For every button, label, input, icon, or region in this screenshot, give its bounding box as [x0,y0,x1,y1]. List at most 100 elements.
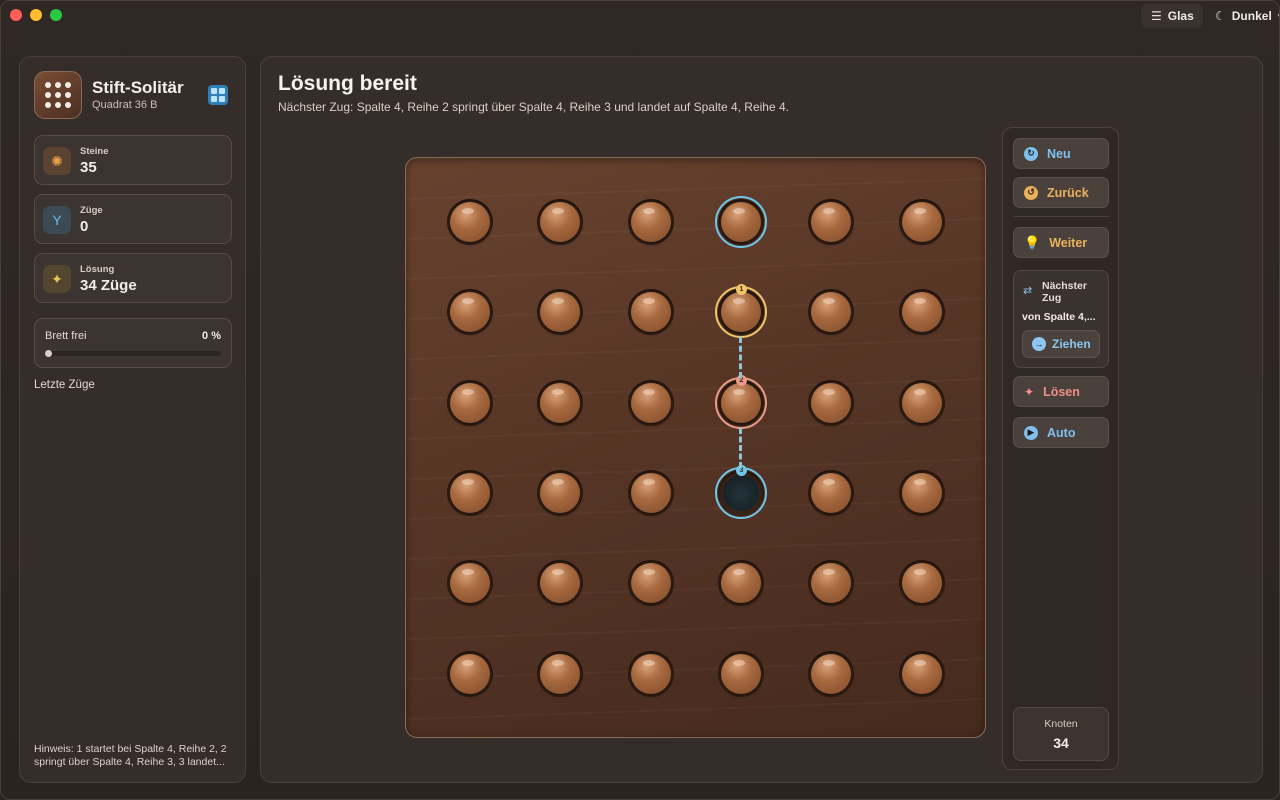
back-label: Zurück [1047,185,1089,200]
peg[interactable] [901,653,942,694]
peg[interactable] [450,382,490,423]
board-hole[interactable] [898,469,945,516]
jump-path-line [739,427,743,468]
board-hole[interactable] [537,650,584,697]
close-window-button[interactable] [10,9,22,21]
board-hole[interactable] [898,560,945,607]
board-hole[interactable] [447,199,493,245]
pegs-icon: ✺ [43,147,71,175]
peg[interactable] [630,653,671,694]
board-hole[interactable]: 2 [714,374,767,429]
peg[interactable] [811,653,852,694]
peg[interactable] [630,472,671,513]
next-move-title: Nächster Zug [1042,280,1087,304]
hint-text: Hinweis: 1 startet bei Spalte 4, Reihe 2… [34,743,227,768]
peg[interactable] [540,563,581,604]
stat-value: 34 Züge [80,277,137,294]
board-hole[interactable] [537,379,584,426]
peg[interactable] [901,202,942,242]
peg[interactable] [630,292,671,333]
board-hole[interactable] [627,650,674,697]
solve-button[interactable]: ✦ Lösen [1013,376,1109,407]
peg[interactable] [540,472,581,513]
peg[interactable] [811,202,852,242]
board-hole[interactable] [537,289,584,336]
jump-path-line [739,337,743,378]
board-hole[interactable] [537,469,584,516]
peg[interactable] [811,563,852,604]
board-hole[interactable] [714,196,767,248]
zoom-window-button[interactable] [50,9,62,21]
minimize-window-button[interactable] [30,9,42,21]
next-step-button[interactable]: 💡 Weiter [1013,227,1109,258]
board-hole[interactable] [447,289,493,336]
board-hole[interactable] [717,560,764,607]
board-hole[interactable] [808,379,855,426]
next-move-detail: von Spalte 4,... [1022,311,1096,323]
board-hole[interactable] [808,560,855,607]
board-hole[interactable] [447,379,493,426]
board-hole[interactable] [808,650,855,697]
board-hole[interactable] [717,650,764,697]
board-hole[interactable] [898,199,945,245]
board-hole[interactable] [537,199,584,245]
peg[interactable] [450,653,490,694]
layout-grid-button[interactable] [208,85,228,105]
drag-label: Ziehen [1052,337,1091,351]
board-hole[interactable] [898,379,945,426]
peg[interactable] [450,292,490,333]
new-game-button[interactable]: ↻ Neu [1013,138,1109,169]
peg[interactable] [540,382,581,423]
board-hole[interactable]: 1 [714,284,767,339]
sidebar: Stift-Solitär Quadrat 36 B ✺ Steine 35 Y… [19,56,246,783]
board-hole[interactable] [627,199,674,245]
peg[interactable] [540,202,581,242]
peg[interactable] [450,202,490,242]
undo-icon: ↺ [1024,185,1038,200]
stat-label: Steine [80,146,109,157]
theme-dropdown[interactable]: ☾ Dunkel ▾ [1205,4,1279,28]
board-hole[interactable] [627,469,674,516]
board-hole[interactable] [808,289,855,336]
stat-card-solution: ✦ Lösung 34 Züge [34,253,232,303]
peg[interactable] [901,382,942,423]
peg-board[interactable]: 1 2 3 [405,157,986,738]
peg[interactable] [540,292,581,333]
undo-button[interactable]: ↺ Zurück [1013,177,1109,208]
board-hole[interactable] [627,560,674,607]
next-move-description: Nächster Zug: Spalte 4, Reihe 2 springt … [278,100,789,114]
board-hole[interactable] [447,650,493,697]
board-hole[interactable]: 3 [714,464,767,519]
peg[interactable] [450,472,490,513]
peg[interactable] [901,292,942,333]
board-hole[interactable] [537,560,584,607]
board-hole[interactable] [447,560,493,607]
board-hole[interactable] [808,469,855,516]
board-hole[interactable] [627,379,674,426]
board-hole[interactable] [898,289,945,336]
board-hole[interactable] [627,289,674,336]
glass-style-toggle[interactable]: ☰ Glas [1141,4,1203,28]
peg[interactable] [811,472,852,513]
peg[interactable] [901,563,942,604]
drag-button[interactable]: → Ziehen [1022,330,1100,358]
page-title: Lösung bereit [278,72,417,95]
board-hole[interactable] [808,199,855,245]
peg[interactable] [811,382,852,423]
peg[interactable] [630,563,671,604]
board-hole[interactable] [898,650,945,697]
peg[interactable] [901,472,942,513]
main-panel: Lösung bereit Nächster Zug: Spalte 4, Re… [260,56,1263,783]
peg[interactable] [720,563,761,604]
progress-label: Brett frei [45,330,87,342]
peg[interactable] [540,653,581,694]
sliders-icon: ☰ [1151,9,1162,23]
peg[interactable] [630,202,671,242]
board-hole[interactable] [447,469,493,516]
peg[interactable] [811,292,852,333]
highlight-ring [714,196,767,248]
auto-play-button[interactable]: ▶ Auto [1013,417,1109,448]
peg[interactable] [720,653,761,694]
peg[interactable] [630,382,671,423]
peg[interactable] [450,563,490,604]
